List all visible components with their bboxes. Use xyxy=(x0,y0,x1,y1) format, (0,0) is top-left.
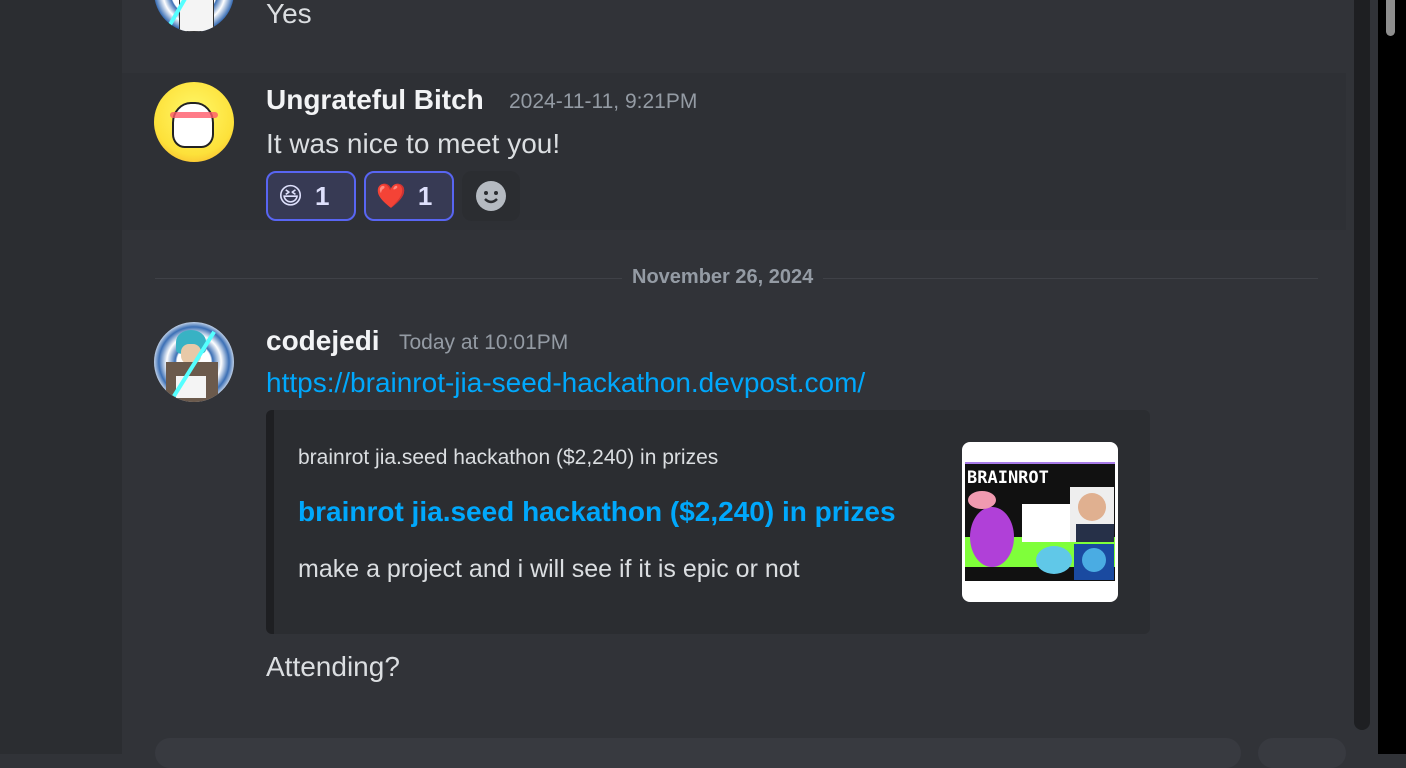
scrollbar-thumb[interactable] xyxy=(1386,0,1395,36)
embed-title[interactable]: brainrot jia.seed hackathon ($2,240) in … xyxy=(298,496,896,528)
left-panel xyxy=(0,0,122,754)
date-divider: November 26, 2024 xyxy=(622,266,824,289)
reaction-count: 1 xyxy=(315,180,330,211)
avatar-ungrateful-bitch[interactable] xyxy=(154,82,234,162)
gutter xyxy=(1370,0,1378,754)
timestamp: 2024-11-11, 9:21PM xyxy=(509,90,698,113)
message-text: It was nice to meet you! xyxy=(266,128,561,159)
window-edge xyxy=(1378,0,1406,754)
input-side-button[interactable] xyxy=(1258,738,1346,768)
reaction-heart[interactable]: ❤️ 1 xyxy=(364,171,454,221)
add-reaction-button[interactable] xyxy=(462,171,520,221)
embed-thumbnail[interactable]: BRAINROT xyxy=(962,442,1118,602)
author-name[interactable]: Ungrateful Bitch xyxy=(266,84,484,116)
author-name[interactable]: codejedi xyxy=(266,325,380,357)
reaction-laughing[interactable]: 😆 1 xyxy=(266,171,356,221)
message-link[interactable]: https://brainrot-jia-seed-hackathon.devp… xyxy=(266,367,865,399)
smiley-icon xyxy=(476,181,506,211)
embed-provider[interactable]: brainrot jia.seed hackathon ($2,240) in … xyxy=(298,446,718,470)
heart-emoji-icon: ❤️ xyxy=(376,182,406,210)
reaction-count: 1 xyxy=(417,180,433,211)
laughing-emoji-icon: 😆 xyxy=(278,182,304,210)
embed-description: make a project and i will see if it is e… xyxy=(298,555,800,583)
message-text: Attending? xyxy=(266,651,400,682)
link-embed: brainrot jia.seed hackathon ($2,240) in … xyxy=(266,410,1150,634)
timestamp: Today at 10:01PM xyxy=(399,331,569,354)
message-text: Yes xyxy=(266,0,312,29)
chat-scrollbar-track[interactable] xyxy=(1354,0,1370,730)
avatar-codejedi[interactable] xyxy=(154,322,234,402)
svg-text:BRAINROT: BRAINROT xyxy=(967,468,1049,488)
message-input[interactable] xyxy=(155,738,1241,768)
